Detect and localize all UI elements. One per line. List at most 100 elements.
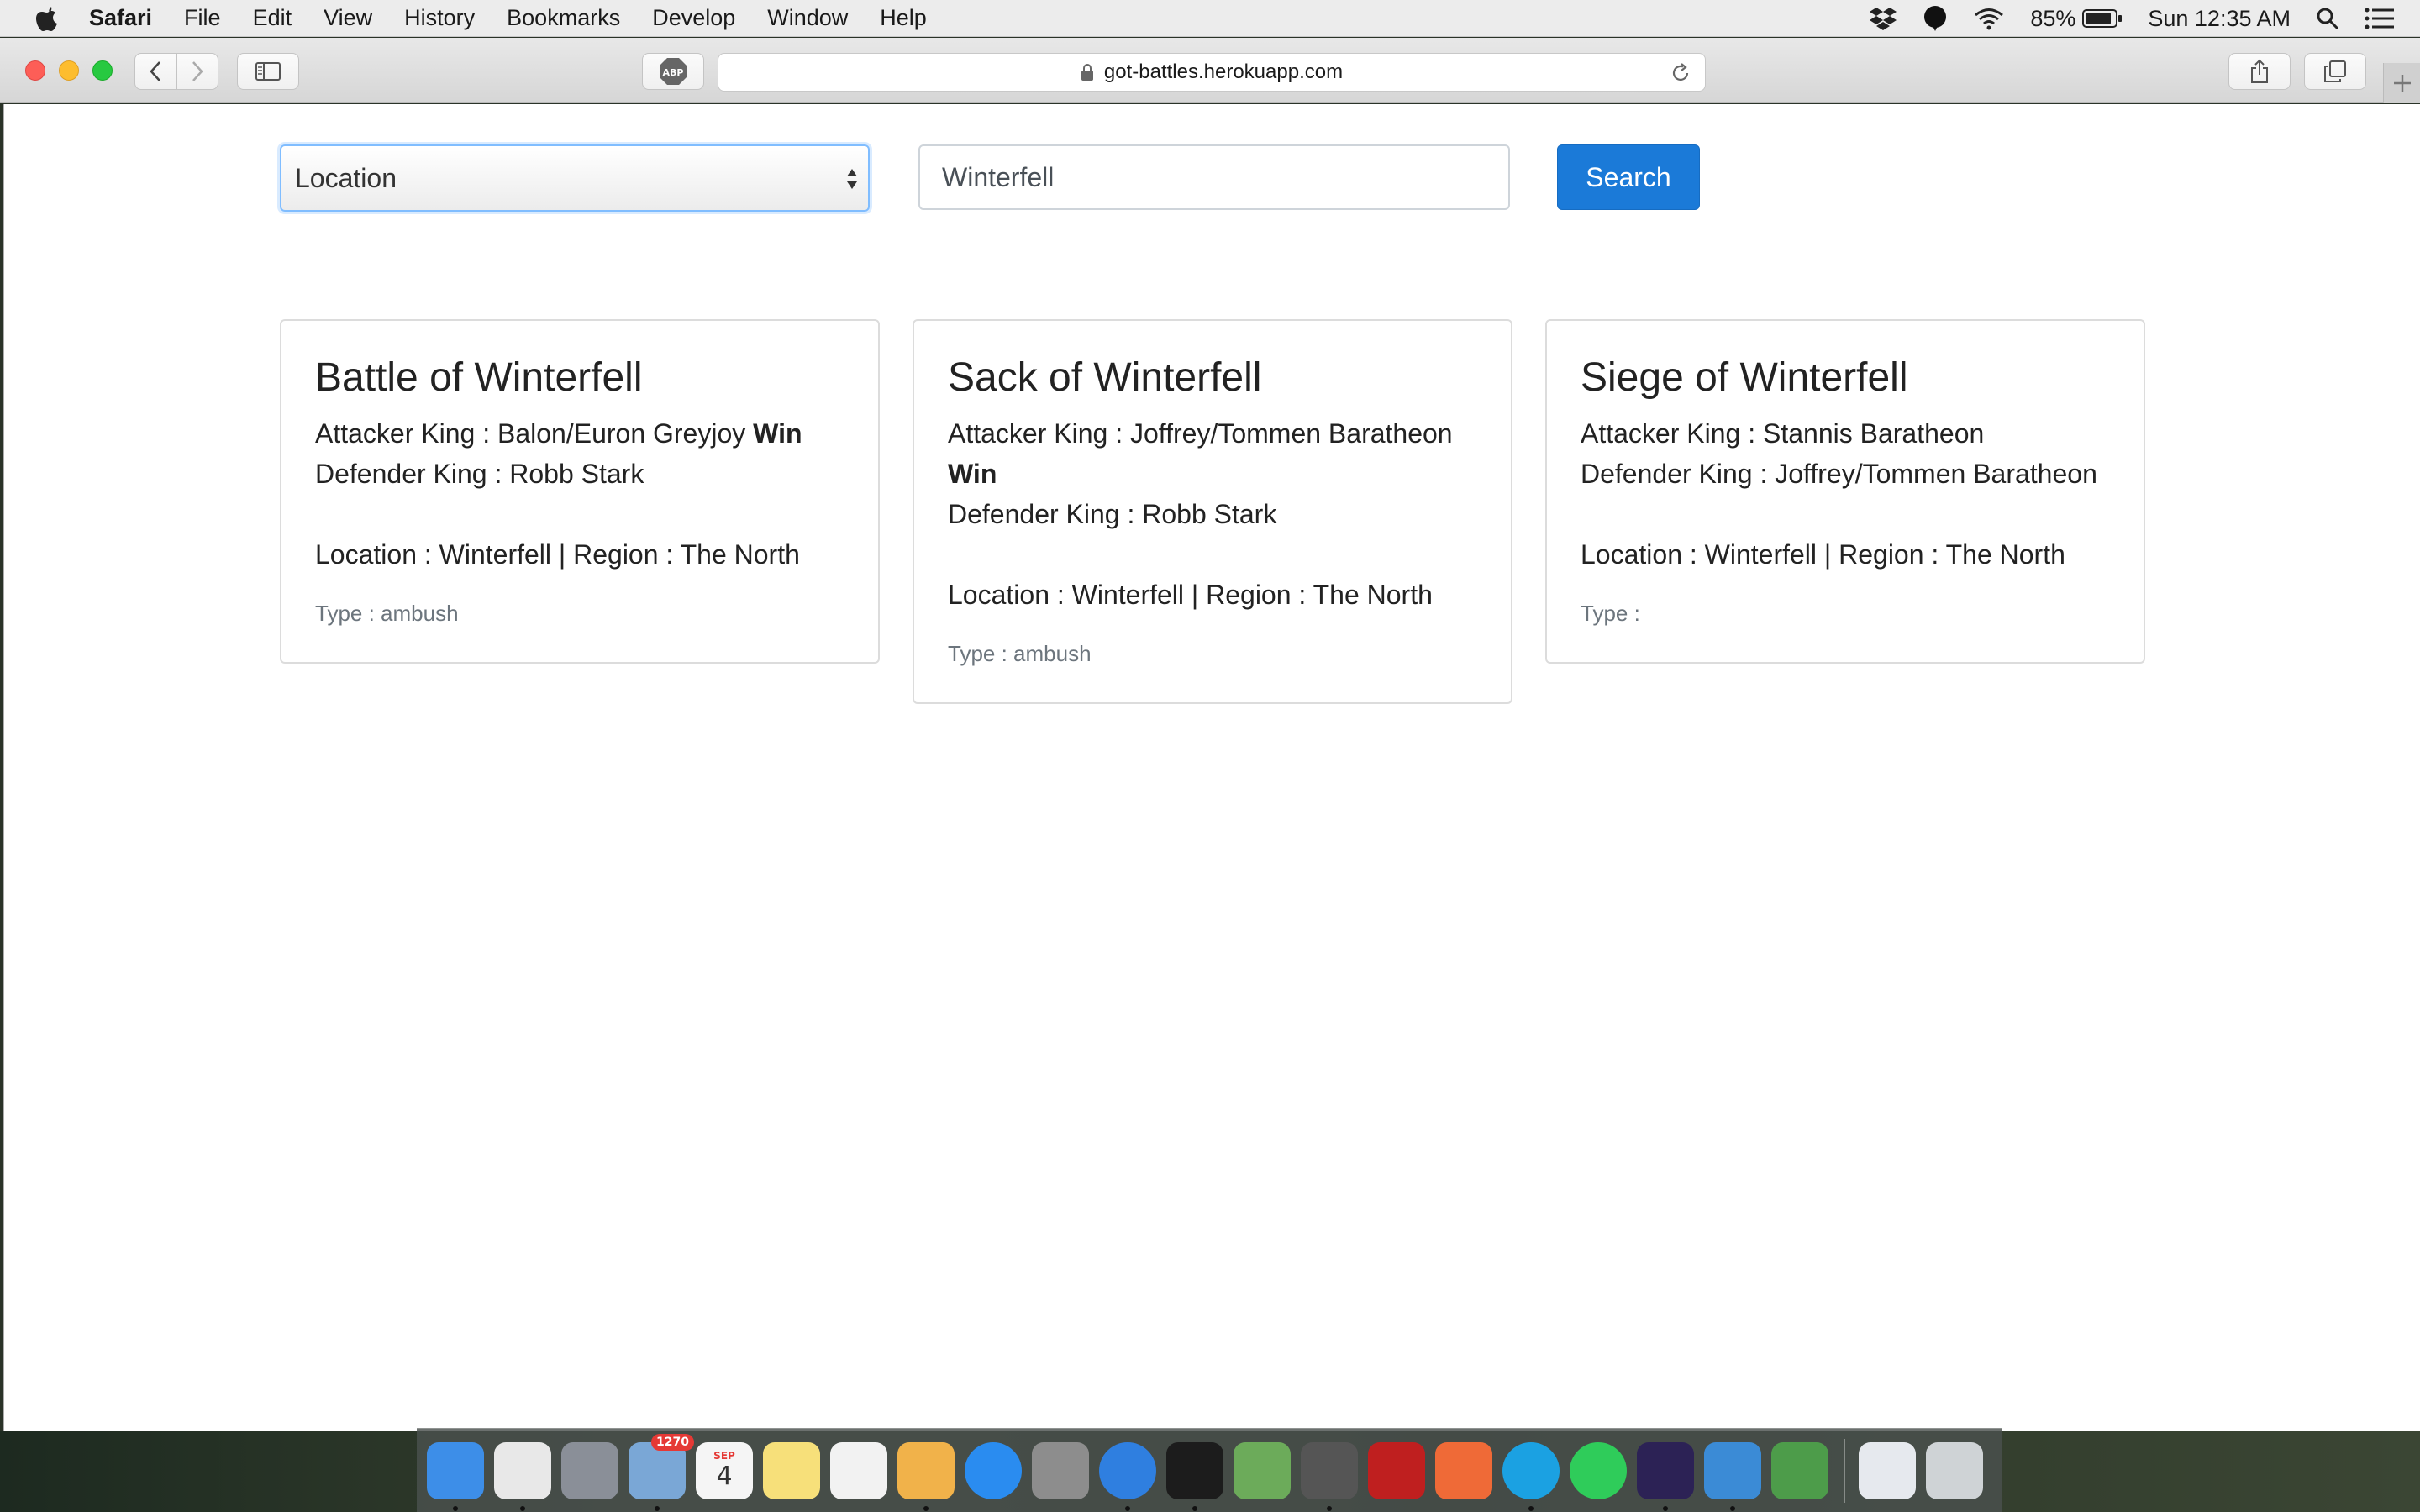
defender-king: Defender King : Robb Stark	[948, 499, 1277, 529]
window-zoom-button[interactable]	[92, 60, 113, 81]
share-button[interactable]	[2228, 53, 2291, 90]
attacker-king: Attacker King : Joffrey/Tommen Baratheon	[948, 418, 1453, 449]
trash-icon[interactable]	[1926, 1441, 1983, 1499]
finder-icon[interactable]	[427, 1441, 484, 1511]
postman-icon[interactable]	[1435, 1441, 1492, 1499]
safari-icon[interactable]	[1099, 1441, 1156, 1511]
search-filter-value: Location	[295, 162, 397, 193]
dock: 1270 SEP 4	[417, 1428, 2002, 1512]
notes-icon[interactable]	[763, 1441, 820, 1499]
rocket-app-icon[interactable]	[1234, 1441, 1291, 1499]
documents-icon[interactable]	[1859, 1441, 1916, 1499]
menu-history[interactable]: History	[404, 5, 475, 31]
running-indicator	[1125, 1505, 1130, 1511]
browser-toolbar: ABP got-battles.herokuapp.com	[0, 38, 2420, 103]
search-button[interactable]: Search	[1557, 144, 1700, 210]
address-bar[interactable]: got-battles.herokuapp.com	[718, 53, 1706, 92]
apple-menu-icon[interactable]	[35, 5, 59, 32]
calendar-day: 4	[716, 1462, 733, 1491]
battle-card: Sack of Winterfell Attacker King : Joffr…	[913, 319, 1512, 704]
new-tab-button[interactable]	[2383, 63, 2420, 103]
running-indicator	[655, 1505, 660, 1511]
battle-card: Battle of Winterfell Attacker King : Bal…	[280, 319, 880, 664]
battle-location: Location : Winterfell | Region : The Nor…	[948, 580, 1433, 610]
battery-percent: 85%	[2030, 5, 2076, 31]
menu-window[interactable]: Window	[767, 5, 848, 31]
search-filter-select[interactable]: Location	[280, 144, 870, 212]
running-indicator	[1327, 1505, 1332, 1511]
back-button[interactable]	[134, 53, 176, 90]
menu-bookmarks[interactable]: Bookmarks	[507, 5, 620, 31]
running-indicator	[453, 1505, 458, 1511]
globe-app-icon[interactable]	[1771, 1441, 1828, 1499]
attacker-king-line: Attacker King : Balon/Euron Greyjoy Win	[315, 413, 844, 454]
window-close-button[interactable]	[25, 60, 45, 81]
xcode-icon[interactable]	[1704, 1441, 1761, 1511]
attacker-result: Win	[948, 459, 997, 489]
search-input-value: Winterfell	[942, 161, 1055, 192]
menu-file[interactable]: File	[184, 5, 221, 31]
search-input[interactable]: Winterfell	[918, 144, 1510, 210]
forward-button[interactable]	[176, 53, 218, 90]
menu-app-safari[interactable]: Safari	[89, 5, 152, 31]
skype-icon[interactable]	[1502, 1441, 1560, 1511]
reminders-icon[interactable]	[830, 1441, 887, 1499]
adblock-label: ABP	[663, 67, 684, 78]
chevron-right-icon	[192, 61, 203, 81]
menu-bar: Safari File Edit View History Bookmarks …	[0, 0, 2420, 37]
terminal-icon[interactable]	[1166, 1441, 1223, 1511]
mail-icon[interactable]: 1270	[629, 1433, 694, 1511]
plus-icon	[2393, 75, 2411, 92]
battle-type: Type :	[1581, 601, 1640, 626]
dock-separator	[1844, 1438, 1845, 1503]
battle-location: Location : Winterfell | Region : The Nor…	[315, 539, 800, 570]
spotlight-search-icon[interactable]	[2316, 7, 2339, 30]
menu-edit[interactable]: Edit	[253, 5, 292, 31]
battle-title: Battle of Winterfell	[315, 355, 643, 400]
running-indicator	[1663, 1505, 1668, 1511]
running-indicator	[923, 1505, 929, 1511]
web-page: Location Winterfell Search Battle of Win…	[3, 104, 2420, 1431]
eclipse-icon[interactable]	[1637, 1441, 1694, 1511]
battle-location: Location : Winterfell | Region : The Nor…	[1581, 539, 2065, 570]
launchpad-icon[interactable]	[561, 1441, 618, 1499]
pages-icon[interactable]	[897, 1441, 955, 1511]
select-arrows-icon	[847, 169, 857, 189]
menu-help[interactable]: Help	[880, 5, 927, 31]
menu-develop[interactable]: Develop	[652, 5, 735, 31]
clock[interactable]: Sun 12:35 AM	[2148, 6, 2291, 32]
notification-bubble-icon[interactable]	[1923, 5, 1948, 32]
url-text: got-battles.herokuapp.com	[1103, 60, 1344, 83]
battery-icon[interactable]	[2082, 8, 2123, 29]
chrome-icon[interactable]	[494, 1441, 551, 1511]
tab-overview-button[interactable]	[2304, 53, 2366, 90]
app-store-icon[interactable]	[965, 1441, 1022, 1499]
lock-icon	[1081, 64, 1093, 81]
window-minimize-button[interactable]	[59, 60, 79, 81]
dropbox-icon[interactable]	[1869, 6, 1897, 31]
wifi-icon[interactable]	[1973, 7, 2005, 30]
menu-view[interactable]: View	[324, 5, 372, 31]
sublime-text-icon[interactable]	[1301, 1441, 1358, 1511]
battle-title: Siege of Winterfell	[1581, 355, 1908, 400]
mail-unread-badge: 1270	[651, 1433, 694, 1451]
defender-king: Defender King : Robb Stark	[315, 459, 644, 489]
attacker-result-line: Win	[948, 454, 1477, 494]
running-indicator	[1528, 1505, 1534, 1511]
system-preferences-icon[interactable]	[1032, 1441, 1089, 1499]
battle-type: Type : ambush	[315, 601, 459, 626]
adblock-extension-button[interactable]: ABP	[642, 53, 704, 90]
attacker-king: Attacker King : Stannis Baratheon	[1581, 418, 1985, 449]
calendar-month: SEP	[713, 1450, 735, 1462]
attacker-result: Win	[753, 418, 802, 449]
notification-center-icon[interactable]	[2365, 8, 2395, 29]
sidebar-toggle-button[interactable]	[237, 53, 299, 90]
running-indicator	[1192, 1505, 1197, 1511]
whatsapp-icon[interactable]	[1570, 1441, 1627, 1499]
running-indicator	[520, 1505, 525, 1511]
calendar-icon[interactable]: SEP 4	[696, 1441, 753, 1499]
sidebar-icon	[255, 62, 281, 81]
reload-icon[interactable]	[1670, 62, 1691, 84]
filezilla-icon[interactable]	[1368, 1441, 1425, 1499]
tabs-icon	[2324, 60, 2346, 82]
